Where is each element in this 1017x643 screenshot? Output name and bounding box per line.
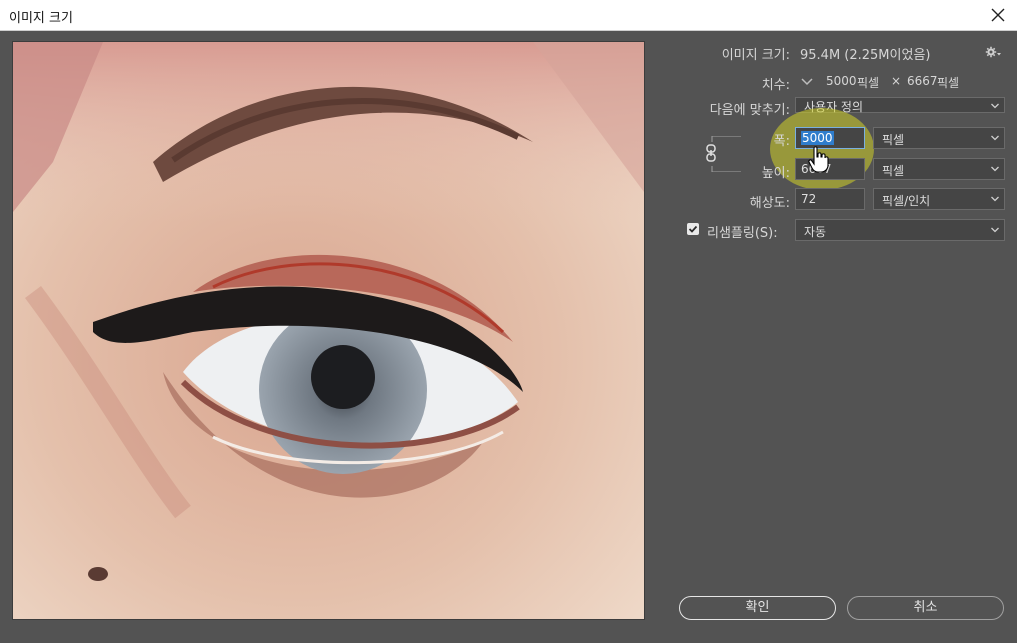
height-input[interactable]: 6667	[795, 158, 865, 180]
height-unit-value: 픽셀	[882, 164, 905, 178]
fit-to-select[interactable]: 사용자 정의	[795, 97, 1005, 114]
window-title: 이미지 크기	[9, 11, 73, 26]
fit-to-value: 사용자 정의	[804, 100, 864, 114]
resolution-unit-select[interactable]: 픽셀/인치	[873, 188, 1005, 210]
chevron-down-icon	[991, 135, 999, 141]
resample-value: 자동	[804, 225, 827, 239]
dim-width-unit: 픽셀	[857, 76, 880, 90]
chevron-down-icon	[991, 166, 999, 172]
height-unit-select[interactable]: 픽셀	[873, 158, 1005, 180]
dim-height: 6667	[907, 74, 938, 88]
cancel-button[interactable]: 취소	[847, 596, 1004, 620]
height-label: 높이:	[761, 166, 790, 181]
image-size-value: 95.4M (2.25M이었음)	[800, 48, 931, 63]
checkmark-icon	[688, 225, 698, 233]
chevron-down-icon	[991, 196, 999, 202]
width-unit-value: 픽셀	[882, 133, 905, 147]
dimensions-label: 치수:	[761, 78, 790, 93]
resample-select[interactable]: 자동	[795, 219, 1005, 241]
close-icon	[991, 8, 1005, 22]
settings-button[interactable]	[985, 46, 1001, 62]
ok-button[interactable]: 확인	[679, 596, 836, 620]
chevron-down-icon	[801, 78, 813, 86]
resample-checkbox[interactable]	[687, 223, 699, 235]
width-label: 폭:	[773, 134, 790, 149]
dim-width: 5000	[826, 74, 857, 88]
chevron-down-icon	[991, 103, 999, 109]
gear-icon	[985, 46, 1001, 58]
resolution-unit-value: 픽셀/인치	[882, 194, 931, 208]
close-button[interactable]	[987, 4, 1009, 26]
image-preview[interactable]	[12, 41, 645, 620]
resolution-label: 해상도:	[749, 196, 790, 211]
chevron-down-icon	[991, 227, 999, 233]
dimensions-unit-dropdown[interactable]	[800, 76, 814, 88]
constrain-proportions-toggle[interactable]	[704, 144, 718, 162]
hand-cursor-icon	[808, 146, 830, 174]
dim-separator: ×	[891, 74, 902, 88]
dim-height-unit: 픽셀	[937, 76, 960, 90]
link-icon	[706, 144, 716, 162]
resolution-input[interactable]: 72	[795, 188, 865, 210]
resample-label: 리샘플링(S):	[707, 226, 778, 241]
title-bar: 이미지 크기	[0, 0, 1017, 31]
eye-image	[13, 42, 644, 619]
fit-to-label: 다음에 맞추기:	[709, 103, 790, 118]
width-unit-select[interactable]: 픽셀	[873, 127, 1005, 149]
resolution-value: 72	[801, 192, 817, 206]
width-value: 5000	[801, 131, 834, 145]
image-size-label: 이미지 크기:	[721, 48, 790, 63]
width-input[interactable]: 5000	[795, 127, 865, 149]
